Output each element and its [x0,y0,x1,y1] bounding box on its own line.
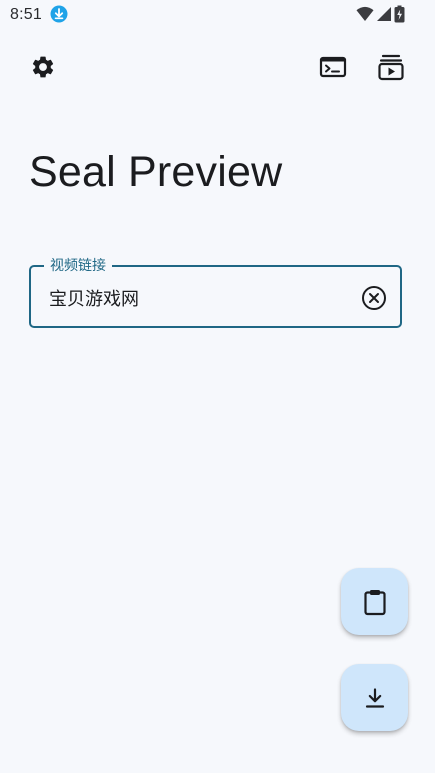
status-icons [356,5,405,23]
video-url-label: 视频链接 [44,256,112,276]
paste-link-fab[interactable] [341,568,408,635]
battery-charging-icon [394,5,405,23]
page-title: Seal Preview [29,148,283,196]
settings-icon [32,56,54,78]
download-notification-icon [50,5,68,23]
app-screen: 8:51 Seal Preview 视频链接 宝贝游戏网 [0,0,435,773]
terminal-button[interactable] [313,47,353,87]
download-queue-button[interactable] [371,47,411,87]
terminal-icon [319,56,347,78]
clear-circle-icon [362,286,386,310]
cell-signal-icon [377,7,391,21]
video-url-input[interactable] [49,285,339,311]
video-url-field[interactable]: 视频链接 [29,256,402,328]
settings-button[interactable] [23,47,63,87]
status-time: 8:51 [10,6,42,23]
clear-url-button[interactable] [360,284,388,312]
download-icon [365,687,384,708]
download-fab[interactable] [341,664,408,731]
download-queue-icon [378,54,404,81]
clipboard-icon [363,589,386,615]
status-bar: 8:51 [0,0,435,30]
wifi-icon [356,6,374,21]
